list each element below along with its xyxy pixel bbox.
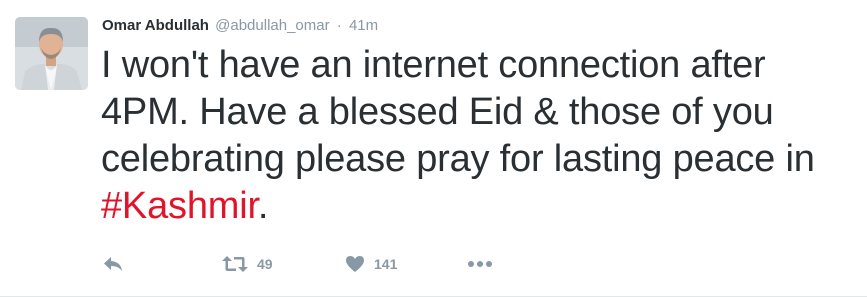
reply-icon (102, 255, 124, 273)
hashtag-link[interactable]: #Kashmir (101, 185, 258, 227)
like-button[interactable]: 141 (345, 252, 397, 276)
tweet-card: Omar Abdullah @abdullah_omar · 41m I won… (0, 0, 867, 297)
tweet-text: I won't have an internet connection afte… (101, 42, 861, 230)
tweet-header: Omar Abdullah @abdullah_omar · 41m (102, 16, 378, 36)
more-button[interactable] (467, 252, 493, 276)
retweet-button[interactable]: 49 (222, 252, 273, 276)
timestamp[interactable]: 41m (349, 17, 378, 34)
heart-icon (345, 255, 365, 273)
avatar[interactable] (15, 17, 88, 90)
like-count: 141 (374, 256, 398, 272)
author-username[interactable]: @abdullah_omar (215, 17, 329, 34)
separator-dot: · (336, 17, 342, 34)
more-icon (467, 255, 493, 273)
retweet-count: 49 (257, 256, 273, 272)
tweet-text-main: I won't have an internet connection afte… (101, 44, 815, 180)
reply-button[interactable] (102, 252, 124, 276)
tweet-text-end: . (257, 185, 269, 227)
author-fullname[interactable]: Omar Abdullah (102, 17, 209, 34)
retweet-icon (222, 255, 248, 273)
